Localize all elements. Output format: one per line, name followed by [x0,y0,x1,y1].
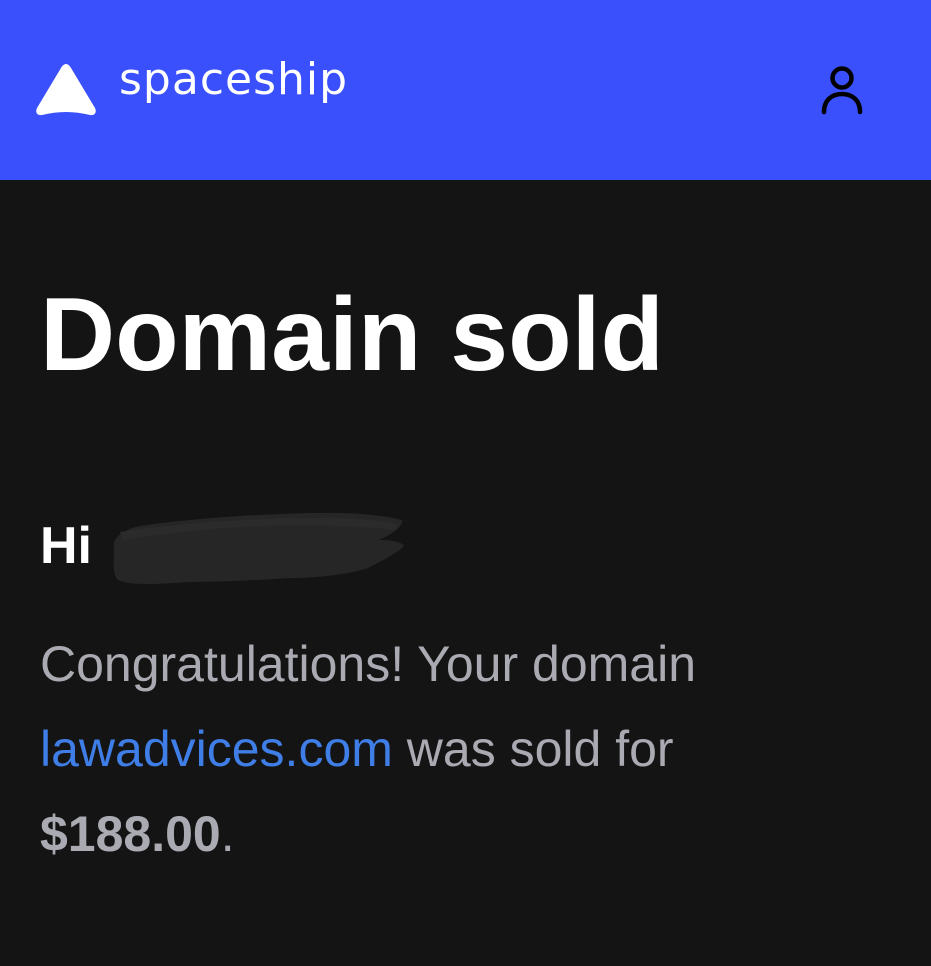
greeting-text: Hi [40,517,92,575]
redaction-mark [113,512,405,584]
page-title: Domain sold [40,277,665,393]
sale-amount: $188.00 [40,806,221,862]
sale-message: Congratulations! Your domain lawadvices.c… [40,622,900,877]
message-suffix: . [220,806,235,862]
user-icon [821,66,863,115]
domain-link[interactable]: lawadvices.com [40,721,393,777]
spaceship-logo-icon [36,64,96,116]
message-prefix: Congratulations! Your domain [40,636,697,692]
brand-name: spaceship [119,54,349,105]
header-bar: spaceship [0,0,931,180]
account-button[interactable] [814,62,870,120]
email-page: spaceship Domain sold Hi Congratulations… [0,0,931,966]
message-middle: was sold for [392,721,674,777]
greeting: Hi [40,517,92,575]
